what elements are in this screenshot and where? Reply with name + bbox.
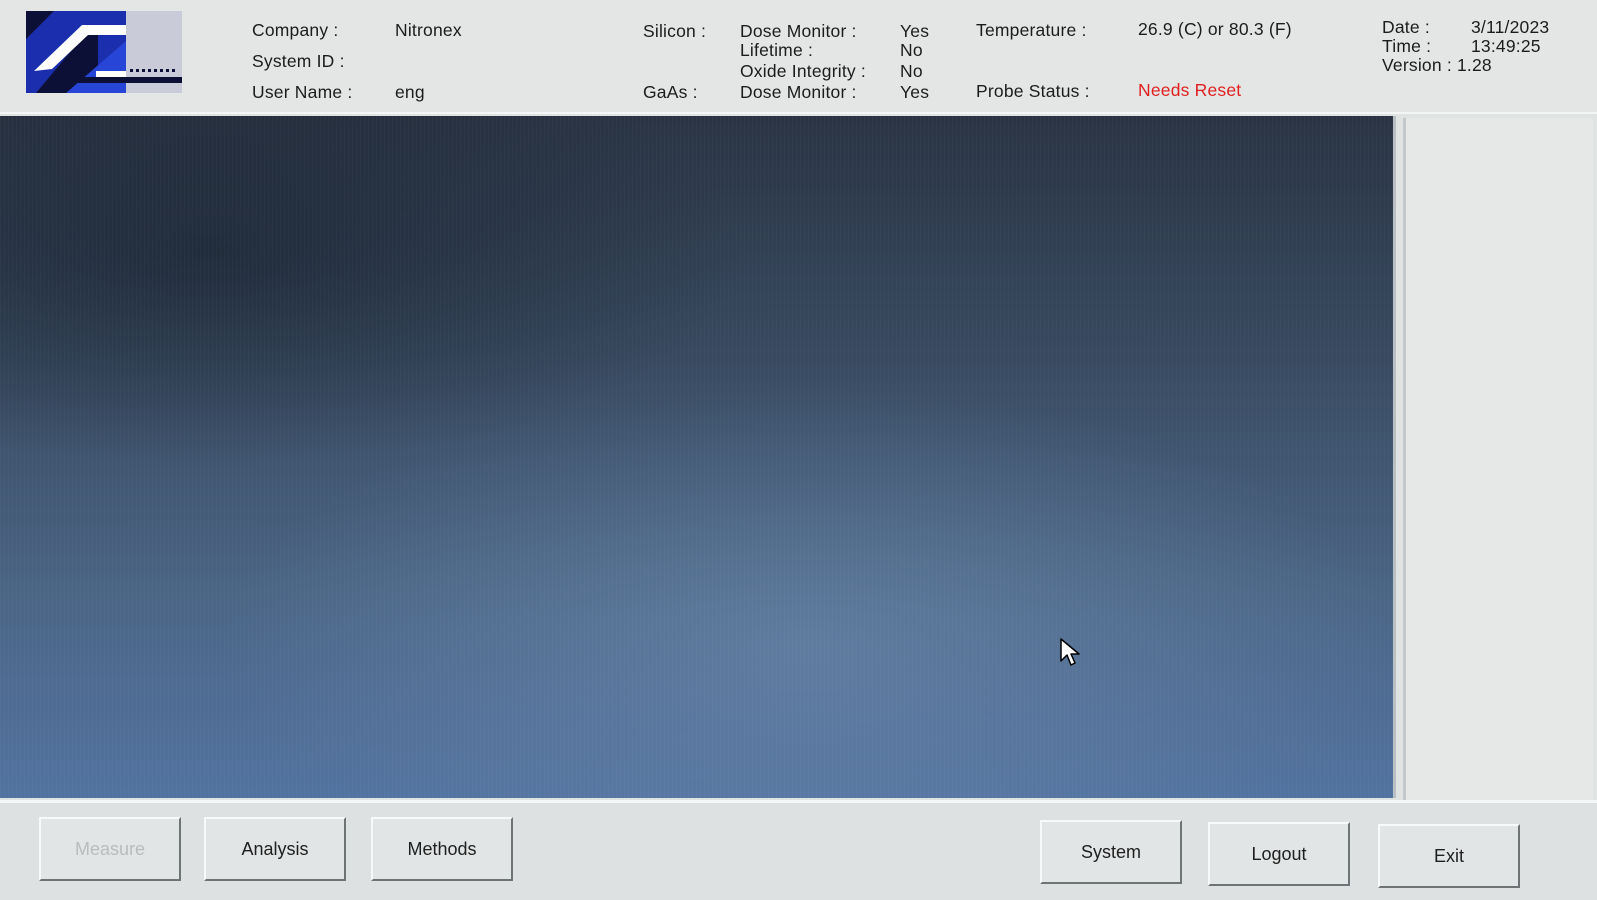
status-header: Company : Nitronex System ID : User Name… <box>0 0 1597 114</box>
date-value: 3/11/2023 <box>1471 17 1550 37</box>
logout-button[interactable]: Logout <box>1208 822 1350 886</box>
silicon-label: Silicon : <box>643 21 707 41</box>
user-name-label: User Name : <box>252 82 353 102</box>
temperature-label: Temperature : <box>976 20 1087 40</box>
bottom-toolbar: Measure Analysis Methods System Logout E… <box>0 800 1597 900</box>
date-label: Date : <box>1382 17 1430 37</box>
lifetime-value: No <box>900 40 923 60</box>
temperature-value: 26.9 (C) or 80.3 (F) <box>1138 19 1292 39</box>
gaas-label: GaAs : <box>643 82 698 102</box>
company-label: Company : <box>252 20 339 40</box>
version-label: Version : 1.28 <box>1382 55 1492 75</box>
oxide-integrity-label: Oxide Integrity : <box>740 61 866 81</box>
oxide-integrity-value: No <box>900 61 923 81</box>
company-logo-icon <box>26 11 182 93</box>
probe-status-value: Needs Reset <box>1138 80 1242 100</box>
silicon-dose-monitor-label: Dose Monitor : <box>740 21 857 41</box>
exit-button[interactable]: Exit <box>1378 824 1520 888</box>
lifetime-label: Lifetime : <box>740 40 813 60</box>
analysis-button[interactable]: Analysis <box>204 817 346 881</box>
silicon-dose-monitor-value: Yes <box>900 21 930 41</box>
system-id-label: System ID : <box>252 51 345 71</box>
measure-button: Measure <box>39 817 181 881</box>
application-window: Company : Nitronex System ID : User Name… <box>0 0 1597 900</box>
gaas-dose-monitor-value: Yes <box>900 82 930 102</box>
user-name-value: eng <box>395 82 425 102</box>
main-display-area[interactable] <box>0 116 1396 798</box>
system-button[interactable]: System <box>1040 820 1182 884</box>
mouse-pointer-icon <box>1060 638 1084 673</box>
company-value: Nitronex <box>395 20 462 40</box>
methods-button[interactable]: Methods <box>371 817 513 881</box>
side-panel <box>1403 118 1593 802</box>
probe-status-label: Probe Status : <box>976 81 1090 101</box>
gaas-dose-monitor-label: Dose Monitor : <box>740 82 857 102</box>
time-label: Time : <box>1382 36 1432 56</box>
time-value: 13:49:25 <box>1471 36 1541 56</box>
